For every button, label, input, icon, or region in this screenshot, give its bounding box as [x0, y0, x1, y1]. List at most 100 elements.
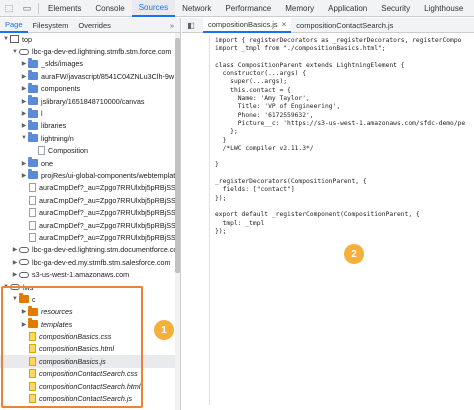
collapsed-arrow-icon[interactable]: ▶	[20, 110, 28, 117]
tree-item-label: lws	[23, 282, 34, 292]
code-lines: import { registerDecorators as _register…	[215, 37, 474, 236]
tree-item[interactable]: auraCmpDef?_au=Zpgo7RRUlxbj5pRBjSS	[0, 206, 180, 218]
tab-network[interactable]: Network	[175, 0, 218, 17]
tree-item-label: compositionContactSearch.js	[39, 394, 133, 404]
tree-item[interactable]: ▶ libraries	[0, 119, 180, 132]
collapsed-arrow-icon[interactable]: ▶	[20, 321, 28, 328]
tree-item-label: components	[41, 84, 81, 94]
tree-item[interactable]: auraCmpDef?_au=Zpgo7RRUlxbj5pRBjSS	[0, 194, 180, 206]
tree-item[interactable]: ▼ lightning/n	[0, 132, 180, 144]
cloud-icon	[19, 271, 29, 278]
expanded-arrow-icon[interactable]: ▼	[11, 49, 19, 55]
tree-item[interactable]: ▶ auraFW/javascript/8541C04ZNLu3Clh-9w	[0, 70, 180, 82]
tab-sources[interactable]: Sources	[131, 0, 176, 17]
code-line: constructor(...args) {	[215, 70, 306, 78]
collapsed-arrow-icon[interactable]: ▶	[20, 85, 28, 92]
line-gutter	[182, 35, 210, 405]
folder-icon	[28, 95, 38, 106]
tree-item[interactable]: compositionBasics.html	[0, 343, 180, 355]
file-tab-compositionbasics[interactable]: compositionBasics.js ×	[203, 18, 292, 33]
tab-page[interactable]: Page	[0, 18, 28, 33]
collapsed-arrow-icon[interactable]: ▶	[20, 122, 28, 129]
tree-item[interactable]: ▶ lbc-ga-dev-ed.lightning.stm.documentfor…	[0, 244, 180, 256]
collapsed-arrow-icon[interactable]: ▶	[11, 246, 19, 253]
tab-overrides[interactable]: Overrides	[73, 18, 116, 33]
tree-item[interactable]: auraCmpDef?_au=Zpgo7RRUlxbj5pRBjSS	[0, 182, 180, 194]
file-tab-label: compositionContactSearch.js	[296, 20, 394, 30]
code-line: this.contact = {	[215, 86, 291, 94]
tree-item[interactable]: compositionContactSearch.js	[0, 392, 180, 404]
tree-item[interactable]: ▶ l	[0, 107, 180, 119]
tab-elements[interactable]: Elements	[41, 0, 88, 17]
tree-item[interactable]: ▶ jslibrary/1651848710000/canvas	[0, 95, 180, 107]
close-tab-icon[interactable]: ×	[282, 20, 287, 29]
file-tab-label: compositionBasics.js	[208, 19, 278, 29]
code-line: fields: ["contact"]	[215, 186, 295, 194]
tab-performance[interactable]: Performance	[218, 0, 278, 17]
folder-icon	[28, 82, 38, 93]
expanded-arrow-icon[interactable]: ▼	[2, 284, 10, 290]
collapsed-arrow-icon[interactable]: ▶	[20, 172, 28, 179]
tab-lighthouse[interactable]: Lighthouse	[417, 0, 470, 17]
tree-item[interactable]: compositionBasics.js	[0, 355, 180, 368]
tree-item-label: s3-us-west-1.amazonaws.com	[32, 270, 130, 280]
tree-item-label: l	[41, 109, 43, 119]
tree-item[interactable]: ▼ lbc-ga-dev-ed.lightning.stmfb.stm.force…	[0, 45, 180, 57]
tab-divider	[38, 2, 39, 14]
code-line: }	[215, 161, 219, 169]
tree-item[interactable]: ▶ projRes/ui-global-components/webtemplat…	[0, 169, 180, 181]
collapsed-arrow-icon[interactable]: ▶	[11, 271, 19, 278]
tab-memory[interactable]: Memory	[278, 0, 321, 17]
expanded-arrow-icon[interactable]: ▼	[2, 36, 10, 42]
tree-item-label: templates	[41, 319, 73, 329]
file-tab-compositioncontactsearch[interactable]: compositionContactSearch.js	[291, 18, 398, 33]
tree-item[interactable]: ▶ resources	[0, 305, 180, 318]
code-editor[interactable]: import { registerDecorators as _register…	[182, 33, 474, 410]
collapsed-arrow-icon[interactable]: ▶	[20, 160, 28, 167]
tree-item[interactable]: ▶ s3-us-west-1.amazonaws.com	[0, 268, 180, 280]
more-tabs-icon[interactable]: »	[164, 18, 180, 33]
inspect-element-icon[interactable]: ⬚	[0, 0, 18, 17]
tree-item[interactable]: compositionContactSearch.html	[0, 380, 180, 392]
cloud-icon	[19, 246, 29, 253]
collapsed-arrow-icon[interactable]: ▶	[11, 259, 19, 266]
collapsed-arrow-icon[interactable]: ▶	[20, 98, 28, 105]
collapsed-arrow-icon[interactable]: ▶	[20, 308, 28, 315]
tree-item-label: Composition	[48, 146, 88, 156]
toggle-navigator-icon[interactable]: ◧	[182, 18, 203, 33]
tab-filesystem[interactable]: Filesystem	[28, 18, 74, 33]
expanded-arrow-icon[interactable]: ▼	[11, 296, 19, 302]
tree-item[interactable]: auraCmpDef?_au=Zpgo7RRUlxbj5pRBjSS	[0, 231, 180, 243]
collapsed-arrow-icon[interactable]: ▶	[20, 73, 28, 80]
tree-item[interactable]: ▶ components	[0, 82, 180, 95]
tree-item[interactable]: ▼ top	[0, 33, 180, 45]
tab-security[interactable]: Security	[374, 0, 417, 17]
tree-item[interactable]: ▶ templates	[0, 318, 180, 330]
navigator-tabs: Page Filesystem Overrides »	[0, 18, 180, 33]
tree-item[interactable]: ▼ c	[0, 293, 180, 305]
navigator-scrollbar-thumb[interactable]	[175, 38, 180, 273]
tree-item[interactable]: compositionContactSearch.css	[0, 368, 180, 380]
tree-item[interactable]: ▼ lws	[0, 281, 180, 293]
expanded-arrow-icon[interactable]: ▼	[20, 135, 28, 141]
tree-item[interactable]: compositionBasics.css	[0, 330, 180, 342]
tab-console[interactable]: Console	[88, 0, 131, 17]
code-line: class CompositionParent extends Lightnin…	[215, 61, 405, 69]
tab-application[interactable]: Application	[321, 0, 374, 17]
tree-item-label: compositionBasics.js	[39, 356, 106, 366]
tree-item-label: auraCmpDef?_au=Zpgo7RRUlxbj5pRBjSS	[39, 232, 176, 242]
device-toolbar-icon[interactable]: ▭	[18, 0, 36, 17]
tree-item[interactable]: ▶ lbc-ga-dev-ed.my.stmfb.stm.salesforce.c…	[0, 256, 180, 268]
tree-item[interactable]: Composition	[0, 145, 180, 157]
tree-item-label: compositionBasics.css	[39, 332, 112, 342]
tree-item[interactable]: auraCmpDef?_au=Zpgo7RRUlxbj5pRBjSS	[0, 219, 180, 231]
tree-item[interactable]: ▶ _slds/images	[0, 57, 180, 70]
collapsed-arrow-icon[interactable]: ▶	[20, 60, 28, 67]
js-file-icon	[29, 356, 36, 366]
sources-navigator: Page Filesystem Overrides » ▼ top ▼ lbc-ga-…	[0, 18, 181, 410]
callout-badge-1: 1	[154, 320, 174, 340]
tree-item[interactable]: ▶ one	[0, 157, 180, 169]
